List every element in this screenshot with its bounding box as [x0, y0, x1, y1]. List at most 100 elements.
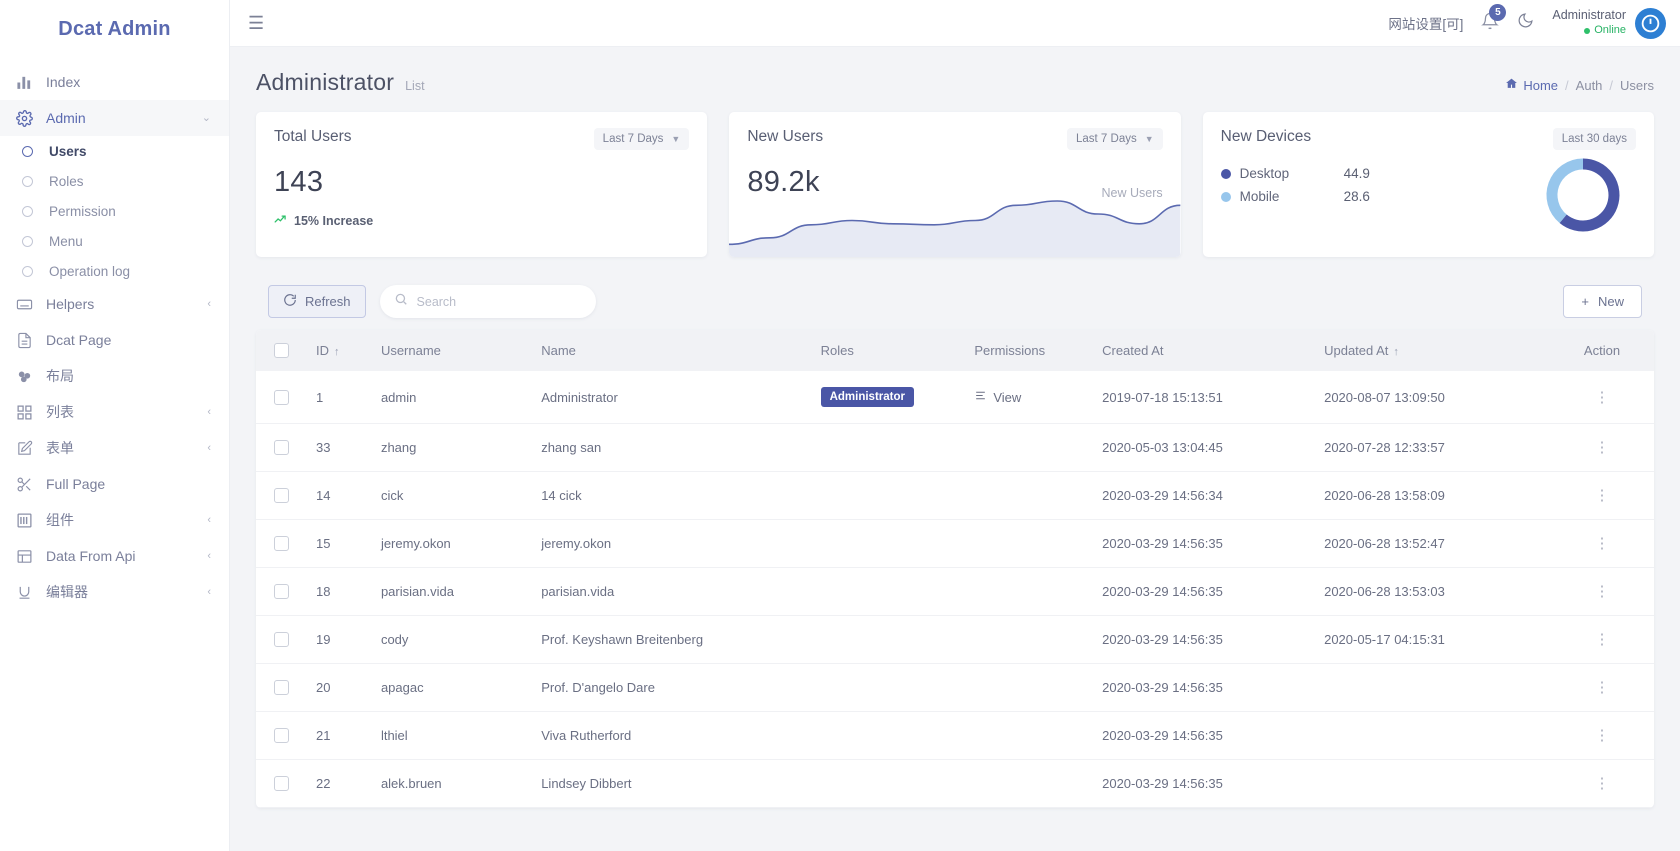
cell-checkbox[interactable]	[256, 424, 308, 472]
avatar[interactable]	[1635, 8, 1666, 39]
sidebar-item-menu[interactable]: Menu	[0, 226, 229, 256]
page-title: Administrator	[256, 69, 394, 96]
row-checkbox[interactable]	[274, 584, 289, 599]
cell-action[interactable]: ⋮	[1550, 424, 1654, 472]
site-setting-link[interactable]: 网站设置[可]	[1388, 13, 1463, 33]
th-created-at[interactable]: Created At	[1094, 330, 1316, 371]
cell-action[interactable]: ⋮	[1550, 664, 1654, 712]
sidebar-subitem-label: Menu	[49, 234, 83, 249]
cell-checkbox[interactable]	[256, 712, 308, 760]
cell-action[interactable]: ⋮	[1550, 520, 1654, 568]
breadcrumb-home[interactable]: Home	[1505, 77, 1558, 93]
sidebar-item-data-from-api[interactable]: Data From Api ‹	[0, 538, 229, 574]
row-checkbox[interactable]	[274, 488, 289, 503]
sidebar-item-operation-log[interactable]: Operation log	[0, 256, 229, 286]
row-checkbox[interactable]	[274, 680, 289, 695]
chevron-left-icon: ‹	[207, 443, 211, 454]
sidebar-item-admin[interactable]: Admin ⌄	[0, 100, 229, 136]
table-row[interactable]: 14cick14 cick2020-03-29 14:56:342020-06-…	[256, 472, 1654, 520]
sidebar-item-permission[interactable]: Permission	[0, 196, 229, 226]
table-row[interactable]: 19codyProf. Keyshawn Breitenberg2020-03-…	[256, 616, 1654, 664]
cell-action[interactable]: ⋮	[1550, 712, 1654, 760]
dark-mode-toggle-icon[interactable]	[1517, 12, 1534, 34]
row-actions-kebab-icon[interactable]: ⋮	[1594, 727, 1609, 744]
table-row[interactable]: 33zhangzhang san2020-05-03 13:04:452020-…	[256, 424, 1654, 472]
sidebar-item-form[interactable]: 表单 ‹	[0, 430, 229, 466]
breadcrumb-users[interactable]: Users	[1620, 78, 1654, 93]
row-actions-kebab-icon[interactable]: ⋮	[1594, 775, 1609, 792]
sidebar-item-full-page[interactable]: Full Page	[0, 466, 229, 502]
card-header: Total Users Last 7 Days ▼	[256, 112, 707, 150]
row-actions-kebab-icon[interactable]: ⋮	[1594, 583, 1609, 600]
th-select-all[interactable]	[256, 330, 308, 371]
table-row[interactable]: 18parisian.vidaparisian.vida2020-03-29 1…	[256, 568, 1654, 616]
cell-action[interactable]: ⋮	[1550, 616, 1654, 664]
menu-toggle-icon[interactable]: ☰	[248, 14, 264, 32]
cell-checkbox[interactable]	[256, 371, 308, 424]
cell-checkbox[interactable]	[256, 664, 308, 712]
row-actions-kebab-icon[interactable]: ⋮	[1594, 439, 1609, 456]
cell-checkbox[interactable]	[256, 568, 308, 616]
search-box[interactable]	[380, 285, 596, 318]
table-row[interactable]: 21lthielViva Rutherford2020-03-29 14:56:…	[256, 712, 1654, 760]
th-permissions[interactable]: Permissions	[966, 330, 1094, 371]
total-users-range-select[interactable]: Last 7 Days ▼	[594, 128, 690, 150]
sidebar-item-roles[interactable]: Roles	[0, 166, 229, 196]
cell-checkbox[interactable]	[256, 616, 308, 664]
cell-id: 20	[308, 664, 373, 712]
cell-action[interactable]: ⋮	[1550, 568, 1654, 616]
row-actions-kebab-icon[interactable]: ⋮	[1594, 389, 1609, 406]
sidebar-item-list[interactable]: 列表 ‹	[0, 394, 229, 430]
select-all-checkbox[interactable]	[274, 343, 289, 358]
th-id[interactable]: ID↑	[308, 330, 373, 371]
sidebar-item-layout[interactable]: 布局	[0, 358, 229, 394]
row-actions-kebab-icon[interactable]: ⋮	[1594, 487, 1609, 504]
row-actions-kebab-icon[interactable]: ⋮	[1594, 631, 1609, 648]
row-checkbox[interactable]	[274, 536, 289, 551]
notification-bell-icon[interactable]: 5	[1481, 12, 1499, 35]
new-users-range-select[interactable]: Last 7 Days ▼	[1067, 128, 1163, 150]
row-checkbox[interactable]	[274, 728, 289, 743]
cell-permissions	[966, 472, 1094, 520]
cell-action[interactable]: ⋮	[1550, 371, 1654, 424]
user-menu[interactable]: Administrator Online	[1552, 8, 1666, 39]
row-checkbox[interactable]	[274, 390, 289, 405]
cell-id: 22	[308, 760, 373, 808]
search-input[interactable]	[417, 295, 582, 309]
home-icon	[1505, 77, 1518, 93]
row-checkbox[interactable]	[274, 632, 289, 647]
th-name[interactable]: Name	[533, 330, 812, 371]
table-row[interactable]: 20apagacProf. D'angelo Dare2020-03-29 14…	[256, 664, 1654, 712]
cell-checkbox[interactable]	[256, 760, 308, 808]
card-new-devices: New Devices Last 30 days Desktop 44.9	[1203, 112, 1654, 257]
th-username[interactable]: Username	[373, 330, 533, 371]
brand-logo[interactable]: Dcat Admin	[0, 0, 229, 58]
cell-checkbox[interactable]	[256, 520, 308, 568]
row-actions-kebab-icon[interactable]: ⋮	[1594, 535, 1609, 552]
cell-roles: Administrator	[813, 371, 967, 424]
breadcrumb-auth[interactable]: Auth	[1576, 78, 1603, 93]
cell-permissions	[966, 712, 1094, 760]
table-row[interactable]: 1adminAdministratorAdministratorView2019…	[256, 371, 1654, 424]
sidebar-item-editor[interactable]: 编辑器 ‹	[0, 574, 229, 610]
cell-checkbox[interactable]	[256, 472, 308, 520]
new-button[interactable]: + New	[1563, 285, 1642, 318]
permission-view-link[interactable]: View	[974, 389, 1086, 405]
cell-id: 19	[308, 616, 373, 664]
th-roles[interactable]: Roles	[813, 330, 967, 371]
row-checkbox[interactable]	[274, 440, 289, 455]
sort-asc-icon: ↑	[334, 346, 340, 358]
row-checkbox[interactable]	[274, 776, 289, 791]
sidebar-item-users[interactable]: Users	[0, 136, 229, 166]
sidebar-item-helpers[interactable]: Helpers ‹	[0, 286, 229, 322]
th-updated-at[interactable]: Updated At↑	[1316, 330, 1550, 371]
sidebar-item-components[interactable]: 组件 ‹	[0, 502, 229, 538]
table-row[interactable]: 22alek.bruenLindsey Dibbert2020-03-29 14…	[256, 760, 1654, 808]
cell-action[interactable]: ⋮	[1550, 760, 1654, 808]
refresh-button[interactable]: Refresh	[268, 285, 366, 318]
sidebar-item-index[interactable]: Index	[0, 64, 229, 100]
table-row[interactable]: 15jeremy.okonjeremy.okon2020-03-29 14:56…	[256, 520, 1654, 568]
cell-action[interactable]: ⋮	[1550, 472, 1654, 520]
row-actions-kebab-icon[interactable]: ⋮	[1594, 679, 1609, 696]
sidebar-item-dcat-page[interactable]: Dcat Page	[0, 322, 229, 358]
